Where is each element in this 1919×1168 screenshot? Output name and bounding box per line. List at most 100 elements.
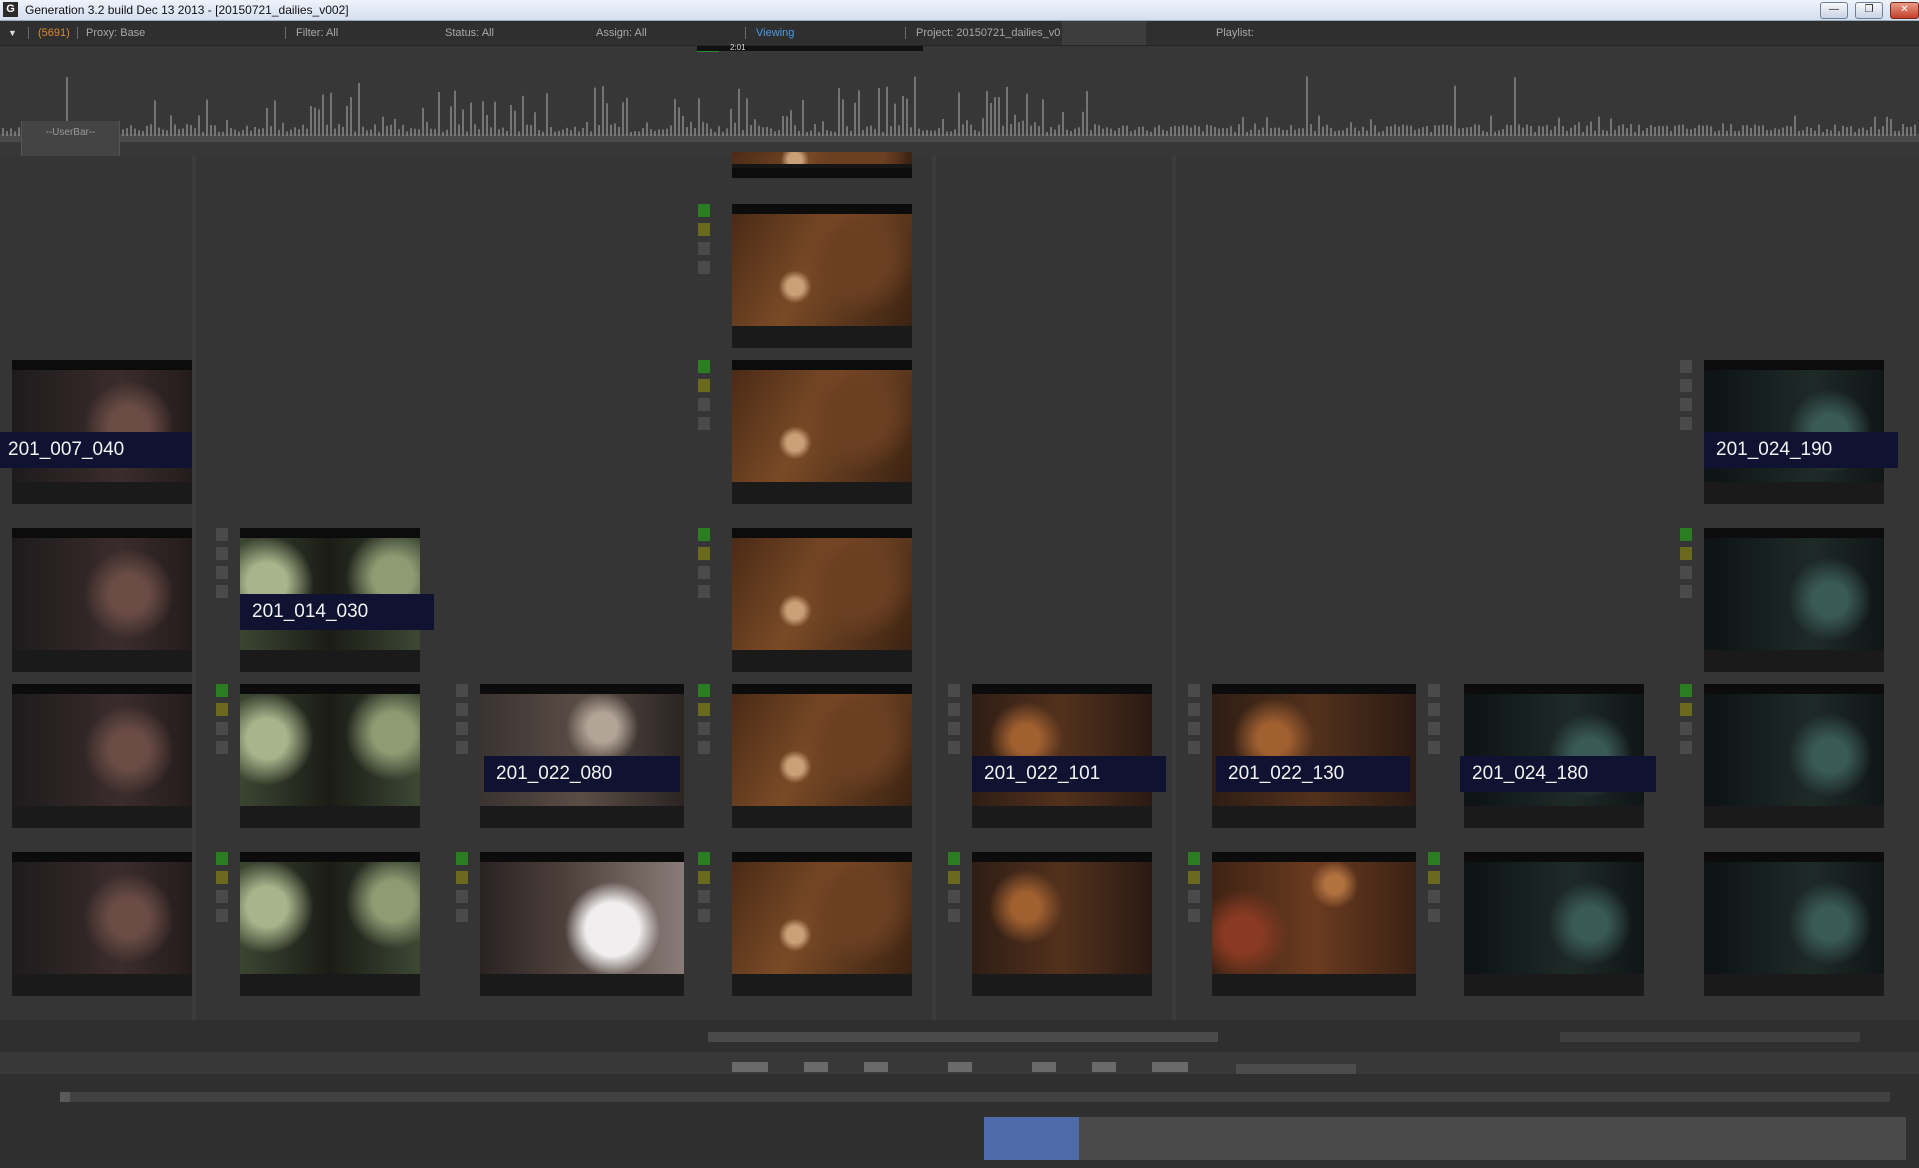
thumbnail[interactable] (732, 684, 912, 828)
shot-label[interactable]: 201_014_030 (240, 594, 434, 630)
status-indicator[interactable] (216, 528, 228, 604)
thumbnail[interactable] (12, 684, 192, 828)
thumbnail-bar (12, 806, 192, 828)
histogram-bar (1194, 125, 1196, 136)
thumbnail-image (1704, 862, 1884, 974)
thumbnail-bar (732, 684, 912, 694)
status-indicator[interactable] (698, 360, 710, 436)
status-indicator[interactable] (698, 852, 710, 928)
histogram-bar (1130, 131, 1132, 136)
thumbnail-bar (732, 650, 912, 672)
activity-histogram[interactable] (0, 46, 1919, 156)
histogram-bar (906, 98, 908, 136)
histogram-bar (1290, 125, 1292, 136)
histogram-bar (1358, 130, 1360, 136)
histogram-bar (850, 130, 852, 136)
thumbnail[interactable] (1464, 852, 1644, 996)
histogram-bar (1774, 128, 1776, 136)
timeline-scrubber[interactable] (984, 1117, 1906, 1160)
thumbnail[interactable] (732, 152, 912, 178)
status-indicator[interactable] (456, 852, 468, 928)
histogram-bar (218, 131, 220, 136)
shot-label[interactable]: 201_024_180 (1460, 756, 1656, 792)
status-selector[interactable]: Status: All (445, 21, 494, 45)
status-empty (1680, 585, 1692, 598)
status-indicator[interactable] (948, 684, 960, 760)
histogram-bar (1698, 124, 1700, 136)
timecode-readout: 2:01 (730, 43, 746, 52)
status-indicator[interactable] (698, 204, 710, 280)
status-indicator[interactable] (456, 684, 468, 760)
histogram-bar (1606, 130, 1608, 136)
minimize-button[interactable]: — (1820, 2, 1848, 19)
status-empty (1188, 909, 1200, 922)
status-indicator[interactable] (698, 528, 710, 604)
thumbnail-bar (1704, 482, 1884, 504)
status-indicator[interactable] (1428, 684, 1440, 760)
shot-label[interactable]: 201_022_080 (484, 756, 680, 792)
thumbnail[interactable] (732, 204, 912, 348)
horizontal-scrollbar[interactable] (60, 1092, 1890, 1102)
thumbnail[interactable] (480, 852, 684, 996)
close-button[interactable]: ✕ (1890, 2, 1919, 19)
histogram-bar (1678, 124, 1680, 136)
status-indicator[interactable] (216, 852, 228, 928)
histogram-bar (650, 129, 652, 136)
histogram-bar (474, 124, 476, 136)
proxy-selector[interactable]: Proxy: Base (86, 21, 145, 45)
status-indicator[interactable] (1188, 852, 1200, 928)
playlist-selector[interactable]: Playlist: (1216, 21, 1254, 45)
status-indicator[interactable] (1680, 360, 1692, 436)
thumbnail-bar (732, 974, 912, 996)
histogram-bar (746, 98, 748, 136)
status-indicator[interactable] (1680, 528, 1692, 604)
histogram-bar (1330, 127, 1332, 136)
histogram-bar (1362, 126, 1364, 136)
scrubber-playhead-region[interactable] (984, 1117, 1079, 1160)
scrollbar-thumb[interactable] (60, 1092, 70, 1102)
thumbnail[interactable] (12, 528, 192, 672)
thumbnail[interactable] (732, 852, 912, 996)
shot-label[interactable]: 201_024_190 (1704, 432, 1898, 468)
histogram-bar (1222, 128, 1224, 136)
shot-label[interactable]: 201_022_101 (972, 756, 1166, 792)
shot-label[interactable]: 201_007_040 (0, 432, 192, 468)
track-label (1152, 1062, 1188, 1072)
thumbnail[interactable] (240, 684, 420, 828)
assign-selector[interactable]: Assign: All (596, 21, 647, 45)
histogram-bar (722, 131, 724, 136)
filter-selector[interactable]: Filter: All (296, 21, 338, 45)
thumbnail[interactable] (1704, 684, 1884, 828)
thumbnail[interactable] (732, 360, 912, 504)
histogram-bar (1394, 124, 1396, 136)
thumbnail[interactable] (12, 852, 192, 996)
restore-icon: ❐ (1864, 4, 1874, 15)
shot-label[interactable]: 201_022_130 (1216, 756, 1410, 792)
status-indicator[interactable] (1428, 852, 1440, 928)
status-indicator[interactable] (1188, 684, 1200, 760)
status-empty (456, 703, 468, 716)
thumbnail[interactable] (1212, 852, 1416, 996)
histogram-bar (154, 100, 156, 136)
status-indicator[interactable] (698, 684, 710, 760)
histogram-bars (0, 76, 1919, 142)
histogram-bar (1258, 129, 1260, 136)
thumbnail[interactable] (732, 528, 912, 672)
thumbnail[interactable] (240, 852, 420, 996)
status-indicator[interactable] (216, 684, 228, 760)
status-approved (216, 684, 228, 697)
status-pending (698, 871, 710, 884)
track-label (804, 1062, 828, 1072)
menu-dropdown-icon[interactable]: ▼ (8, 21, 17, 45)
status-indicator[interactable] (948, 852, 960, 928)
project-selector[interactable]: Project: 20150721_dailies_v0 (916, 21, 1060, 45)
thumbnail[interactable] (1704, 852, 1884, 996)
thumbnail[interactable] (972, 852, 1152, 996)
thumbnail[interactable] (1704, 528, 1884, 672)
viewing-mode[interactable]: Viewing (756, 21, 794, 45)
column-divider (192, 156, 196, 1020)
histogram-bar (1802, 130, 1804, 136)
histogram-bar (490, 127, 492, 136)
maximize-button[interactable]: ❐ (1855, 2, 1883, 19)
status-indicator[interactable] (1680, 684, 1692, 760)
